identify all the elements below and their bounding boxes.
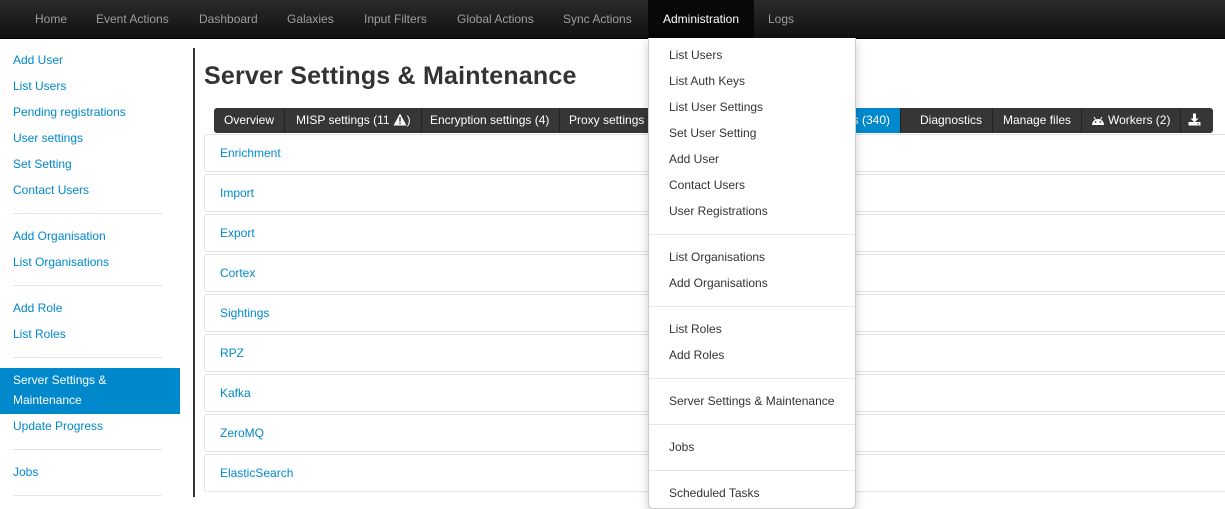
menu-item-set-user-setting[interactable]: Set User Setting: [669, 123, 756, 143]
download-icon: [1188, 110, 1201, 133]
category-zeromq[interactable]: ZeroMQ: [220, 426, 264, 440]
sidebar-item-add-organisation[interactable]: Add Organisation: [0, 226, 193, 246]
menu-item-list-user-settings[interactable]: List User Settings: [669, 97, 763, 117]
category-elasticsearch[interactable]: ElasticSearch: [220, 466, 293, 480]
sidebar-item-pending-registrations[interactable]: Pending registrations: [0, 102, 193, 122]
nav-input-filters[interactable]: Input Filters: [349, 0, 442, 38]
tab-misp-settings[interactable]: MISP settings (11): [286, 108, 422, 133]
nav-administration[interactable]: Administration: [648, 0, 755, 38]
tab-label: ): [406, 113, 411, 127]
administration-dropdown-menu: List Users List Auth Keys List User Sett…: [648, 38, 856, 509]
menu-item-list-roles[interactable]: List Roles: [669, 319, 722, 339]
tab-manage-files[interactable]: Manage files: [993, 108, 1083, 133]
sidebar-item-add-role[interactable]: Add Role: [0, 298, 193, 318]
sidebar-item-jobs[interactable]: Jobs: [0, 462, 193, 482]
tab-proxy-settings[interactable]: Proxy settings: [559, 108, 656, 133]
sidebar: Add User List Users Pending registration…: [0, 48, 195, 497]
menu-item-scheduled-tasks[interactable]: Scheduled Tasks: [669, 483, 760, 503]
nav-sync-actions[interactable]: Sync Actions: [548, 0, 647, 38]
tab-overview[interactable]: Overview: [214, 108, 286, 133]
nav-event-actions[interactable]: Event Actions: [81, 0, 184, 38]
sidebar-divider: [13, 495, 162, 496]
tab-label: Workers (2): [1108, 113, 1171, 127]
tab-encryption-settings[interactable]: Encryption settings (4): [420, 108, 561, 133]
nav-logs[interactable]: Logs: [753, 0, 809, 38]
category-cortex[interactable]: Cortex: [220, 266, 255, 280]
category-sightings[interactable]: Sightings: [220, 306, 269, 320]
category-export[interactable]: Export: [220, 226, 255, 240]
sidebar-item-list-roles[interactable]: List Roles: [0, 324, 193, 344]
tab-label: MISP settings (11: [296, 113, 390, 127]
nav-global-actions[interactable]: Global Actions: [442, 0, 549, 38]
sidebar-item-list-users[interactable]: List Users: [0, 76, 193, 96]
menu-divider: [649, 234, 855, 235]
sidebar-divider: [13, 213, 162, 214]
warning-icon: [393, 110, 407, 133]
nav-galaxies[interactable]: Galaxies: [272, 0, 349, 38]
category-import[interactable]: Import: [220, 186, 254, 200]
category-kafka[interactable]: Kafka: [220, 386, 251, 400]
menu-item-jobs[interactable]: Jobs: [669, 437, 694, 457]
tab-diagnostics[interactable]: Diagnostics: [910, 108, 994, 133]
menu-item-list-organisations[interactable]: List Organisations: [669, 247, 765, 267]
menu-divider: [649, 378, 855, 379]
menu-item-list-users[interactable]: List Users: [669, 45, 722, 65]
sidebar-item-contact-users[interactable]: Contact Users: [0, 180, 193, 200]
sidebar-item-user-settings[interactable]: User settings: [0, 128, 193, 148]
sidebar-item-add-user[interactable]: Add User: [0, 50, 193, 70]
menu-item-contact-users[interactable]: Contact Users: [669, 175, 745, 195]
tab-workers[interactable]: Workers (2): [1081, 108, 1182, 133]
nav-home[interactable]: Home: [20, 0, 82, 38]
menu-divider: [649, 306, 855, 307]
menu-item-server-settings[interactable]: Server Settings & Maintenance: [669, 391, 834, 411]
sidebar-divider: [13, 357, 162, 358]
sidebar-item-update-progress[interactable]: Update Progress: [0, 416, 193, 436]
sidebar-item-label: Server Settings &: [13, 373, 107, 387]
sidebar-item-set-setting[interactable]: Set Setting: [0, 154, 193, 174]
android-icon: [1091, 110, 1105, 133]
download-button[interactable]: [1178, 108, 1211, 133]
menu-item-add-user[interactable]: Add User: [669, 149, 719, 169]
menu-item-user-registrations[interactable]: User Registrations: [669, 201, 768, 221]
sidebar-divider: [13, 449, 162, 450]
menu-item-add-roles[interactable]: Add Roles: [669, 345, 724, 365]
sidebar-item-list-organisations[interactable]: List Organisations: [0, 252, 193, 272]
menu-divider: [649, 470, 855, 471]
sidebar-item-server-settings[interactable]: Server Settings & Maintenance: [0, 368, 180, 414]
category-enrichment[interactable]: Enrichment: [220, 146, 281, 160]
sidebar-item-label: Maintenance: [13, 393, 82, 407]
menu-item-add-organisations[interactable]: Add Organisations: [669, 273, 768, 293]
nav-dashboard[interactable]: Dashboard: [184, 0, 273, 38]
page-title: Server Settings & Maintenance: [204, 62, 577, 90]
category-rpz[interactable]: RPZ: [220, 346, 244, 360]
sidebar-divider: [13, 285, 162, 286]
menu-item-list-auth-keys[interactable]: List Auth Keys: [669, 71, 745, 91]
menu-divider: [649, 424, 855, 425]
top-navbar: Home Event Actions Dashboard Galaxies In…: [0, 0, 1225, 39]
